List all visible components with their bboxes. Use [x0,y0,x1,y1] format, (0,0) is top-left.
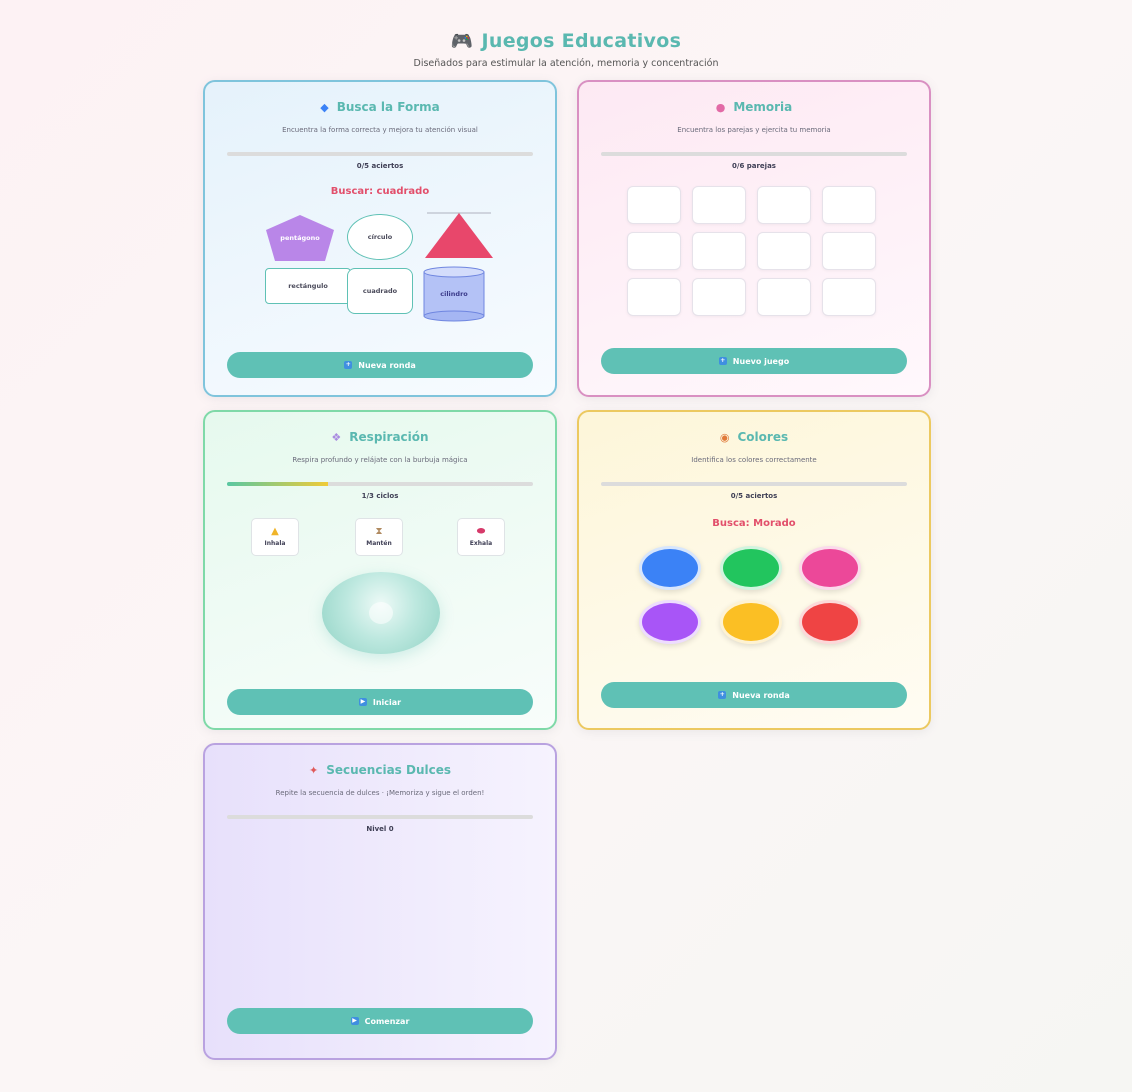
progress-bar [601,152,907,156]
page-title: 🎮 Juegos Educativos [451,30,681,52]
card-title-text: Colores [737,430,789,444]
shape-label: cilindro [440,290,468,298]
lips-icon: ⬬ [476,526,486,537]
color-option-pink[interactable] [799,546,861,590]
warning-triangle-icon: ▲ [271,526,279,537]
button-label: Nueva ronda [358,360,416,370]
memory-card[interactable] [692,186,746,224]
color-option-purple[interactable] [639,600,701,644]
page-subtitle: Diseñados para estimular la atención, me… [413,58,719,69]
shape-circle[interactable]: círculo [347,214,413,260]
shape-label: pentágono [280,234,320,242]
button-label: Iniciar [372,697,402,707]
level-label: Nivel 0 [366,825,394,833]
wind-icon: ❖ [331,430,342,444]
progress-bar [227,482,533,486]
shape-square[interactable]: cuadrado [347,268,413,314]
memory-card[interactable] [822,186,876,224]
card-description: Repite la secuencia de dulces · ¡Memoriz… [275,789,485,797]
card-title-text: Busca la Forma [336,100,440,114]
target-label: Buscar: cuadrado [330,186,430,197]
card-title-text: Respiración [349,430,429,444]
card-description: Encuentra la forma correcta y mejora tu … [282,126,478,134]
card-title-text: Secuencias Dulces [326,763,451,777]
color-option-red[interactable] [799,600,861,644]
target-label: Busca: Morado [712,518,796,529]
palette-icon: ◉ [719,430,730,444]
shape-pentagon[interactable]: pentágono [265,214,335,262]
game-card-formas: ◆ Busca la Forma Encuentra la forma corr… [203,80,557,397]
progress-fill [227,482,328,486]
candy-icon: ✦ [309,763,319,777]
shape-label: rectángulo [288,282,328,290]
game-card-memoria: ● Memoria Encuentra los parejas y ejerci… [577,80,931,397]
card-description: Identifica los colores correctamente [691,456,817,464]
card-title: ❖ Respiración [205,430,555,444]
card-description: Respira profundo y relájate con la burbu… [292,456,468,464]
card-title: ◉ Colores [579,430,929,444]
shape-cylinder[interactable]: cilindro [421,266,487,322]
card-description: Encuentra los parejas y ejercita tu memo… [677,126,831,134]
card-title: ✦ Secuencias Dulces [205,763,555,777]
hourglass-icon: ⧗ [375,526,383,537]
card-title: ◆ Busca la Forma [205,100,555,114]
start-button[interactable]: ▶ Iniciar [227,689,533,715]
diamond-icon: ◆ [320,100,329,114]
play-icon: ▶ [358,698,367,706]
memory-card[interactable] [692,278,746,316]
game-card-secuencias: ✦ Secuencias Dulces Repite la secuencia … [203,743,557,1060]
game-card-respiracion: ❖ Respiración Respira profundo y relájat… [203,410,557,730]
begin-button[interactable]: ▶ Comenzar [227,1008,533,1034]
memory-grid [627,186,876,316]
shape-label: cuadrado [362,287,398,295]
button-label: Nueva ronda [732,690,790,700]
card-title-text: Memoria [733,100,793,114]
step-exhale: ⬬ Exhala [457,518,505,556]
plus-icon: + [718,691,727,699]
plus-icon: + [718,357,727,365]
button-label: Comenzar [364,1016,410,1026]
memory-card[interactable] [627,278,681,316]
color-option-blue[interactable] [639,546,701,590]
plus-icon: + [344,361,353,369]
card-title: ● Memoria [579,100,929,114]
new-round-button[interactable]: + Nueva ronda [227,352,533,378]
shape-triangle[interactable] [423,212,495,260]
color-option-green[interactable] [720,546,782,590]
new-round-button[interactable]: + Nueva ronda [601,682,907,708]
step-inhale: ▲ Inhala [251,518,299,556]
score-label: 0/5 aciertos [356,162,404,170]
memory-card[interactable] [757,186,811,224]
memory-card[interactable] [627,232,681,270]
step-hold: ⧗ Mantén [355,518,403,556]
button-label: Nuevo juego [732,356,790,366]
page-title-text: Juegos Educativos [481,30,682,52]
memory-card[interactable] [822,232,876,270]
color-option-yellow[interactable] [720,600,782,644]
score-label: 0/5 aciertos [730,492,778,500]
pairs-label: 0/6 parejas [732,162,776,170]
gamepad-icon: 🎮 [450,30,474,52]
play-icon: ▶ [350,1017,359,1025]
progress-bar [601,482,907,486]
memory-card[interactable] [757,232,811,270]
memory-card[interactable] [692,232,746,270]
shape-label: círculo [367,233,393,241]
breathing-bubble[interactable] [322,572,440,654]
brain-icon: ● [715,100,726,114]
game-card-colores: ◉ Colores Identifica los colores correct… [577,410,931,730]
memory-card[interactable] [822,278,876,316]
memory-card[interactable] [757,278,811,316]
shape-rectangle[interactable]: rectángulo [265,268,351,304]
memory-card[interactable] [627,186,681,224]
progress-bar [227,815,533,819]
progress-bar [227,152,533,156]
new-game-button[interactable]: + Nuevo juego [601,348,907,374]
page-header: 🎮 Juegos Educativos Diseñados para estim… [0,30,1132,69]
cycles-label: 1/3 ciclos [361,492,399,500]
